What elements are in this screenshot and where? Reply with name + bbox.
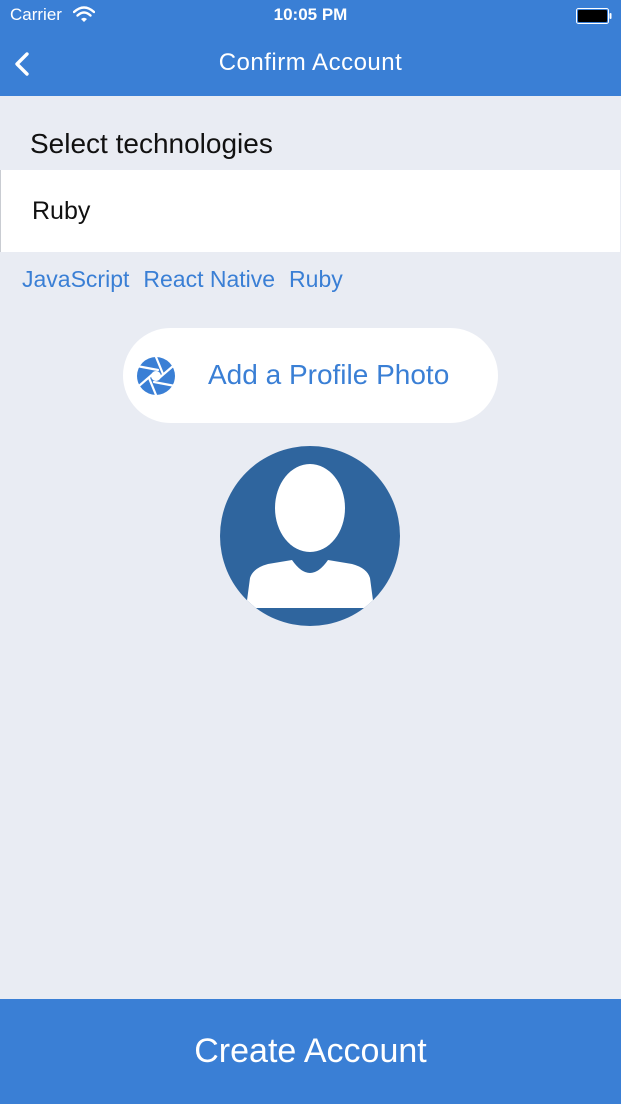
tag-javascript[interactable]: JavaScript (22, 265, 129, 295)
status-bar: Carrier 10:05 PM (0, 0, 621, 32)
page-title: Confirm Account (218, 49, 403, 76)
technologies-label: Select technologies (30, 128, 273, 159)
nav-bar: Confirm Account (0, 32, 621, 96)
technology-tag-list: JavaScript React Native Ruby (22, 265, 343, 295)
header: Carrier 10:05 PM Confirm Account (0, 0, 621, 96)
add-profile-photo-button[interactable]: Add a Profile Photo (123, 328, 498, 423)
tag-ruby[interactable]: Ruby (289, 265, 343, 295)
create-account-button[interactable]: Create Account (0, 999, 621, 1104)
default-avatar-icon (220, 446, 400, 626)
add-profile-photo-label: Add a Profile Photo (208, 359, 450, 390)
status-time: 10:05 PM (273, 5, 348, 24)
create-account-label: Create Account (194, 1032, 427, 1070)
camera-aperture-icon (137, 356, 175, 396)
tag-react-native[interactable]: React Native (143, 265, 275, 295)
battery-icon (576, 8, 612, 24)
technologies-input[interactable] (0, 170, 620, 252)
